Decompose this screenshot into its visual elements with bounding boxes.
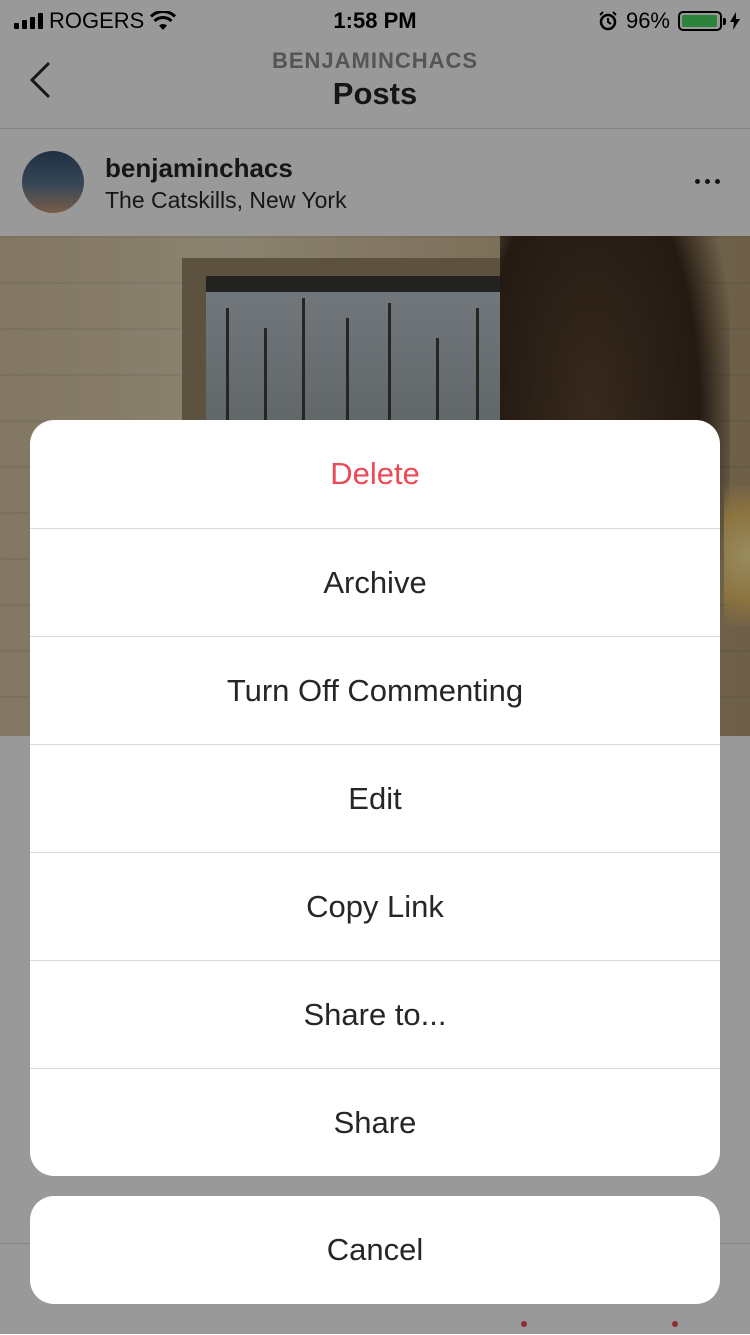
copy-link-button[interactable]: Copy Link: [30, 852, 720, 960]
delete-button[interactable]: Delete: [30, 420, 720, 528]
share-to-button[interactable]: Share to...: [30, 960, 720, 1068]
edit-button[interactable]: Edit: [30, 744, 720, 852]
cancel-button[interactable]: Cancel: [30, 1196, 720, 1304]
share-button[interactable]: Share: [30, 1068, 720, 1176]
archive-button[interactable]: Archive: [30, 528, 720, 636]
turn-off-commenting-button[interactable]: Turn Off Commenting: [30, 636, 720, 744]
action-sheet: Delete Archive Turn Off Commenting Edit Copy…: [30, 420, 720, 1176]
